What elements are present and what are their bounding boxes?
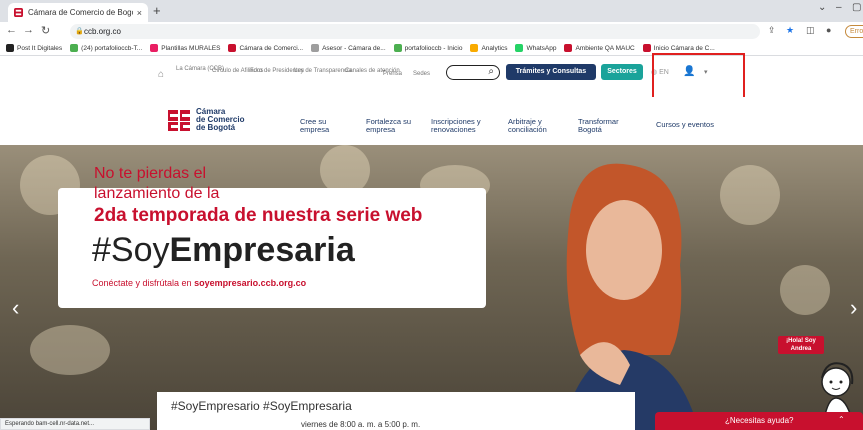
minimize-icon[interactable]: – xyxy=(836,2,842,13)
bookmark-favicon-icon xyxy=(228,44,237,52)
url-text: ccb.org.co xyxy=(84,27,121,36)
maximize-icon[interactable]: ▢ xyxy=(852,2,861,13)
hashtag-bold: Empresaria xyxy=(169,231,355,269)
reload-icon[interactable]: ↻ xyxy=(41,24,50,37)
home-icon[interactable]: ⌂ xyxy=(158,69,164,80)
logo-text: Cámara de Comercio de Bogotá xyxy=(196,108,244,132)
bookmark-favicon-icon xyxy=(642,44,651,52)
bookmark-label: Plantillas MURALES xyxy=(161,44,221,52)
nav-cree-su-empresa[interactable]: Cree su empresa xyxy=(300,118,350,134)
hero-sub-link[interactable]: soyempresario.ccb.org.co xyxy=(194,278,306,288)
bookmark-label: Ambiente QA MAUC xyxy=(575,44,635,52)
forward-icon[interactable]: → xyxy=(23,24,34,36)
ccb-favicon-icon xyxy=(14,8,23,17)
share-icon[interactable]: ⇪ xyxy=(768,25,776,36)
browser-status-bar: Esperando bam-cell.nr-data.net... xyxy=(0,418,150,430)
bookmark-star-icon[interactable]: ★ xyxy=(786,25,794,36)
bookmark-label: Inicio Cámara de C... xyxy=(653,44,715,52)
bookmark-label: (24) portafolioccb-T... xyxy=(81,44,143,52)
bookmark-item[interactable]: WhatsApp xyxy=(515,44,556,52)
bookmark-item[interactable]: Post It Digitales xyxy=(6,44,62,52)
bookmark-favicon-icon xyxy=(515,44,524,52)
hero-hashtag: #SoyEmpresaria xyxy=(92,231,355,270)
bookmark-label: Asesor - Cámara de... xyxy=(322,44,386,52)
bookmark-item[interactable]: portafolioccb - Inicio xyxy=(393,44,463,52)
ccb-logo[interactable] xyxy=(164,108,192,132)
bookmark-favicon-icon xyxy=(470,44,479,52)
address-bar: ← → ↻ 🔒 ccb.org.co ⇪ ★ ◫ ● Erro xyxy=(0,22,863,41)
back-icon[interactable]: ← xyxy=(6,24,17,36)
nav-cursos-eventos[interactable]: Cursos y eventos xyxy=(656,121,726,129)
hero-intro-line: No te pierdas el xyxy=(94,165,207,182)
tab-title: Cámara de Comercio de Bogotá xyxy=(28,8,133,17)
carousel-prev-icon[interactable]: ‹ xyxy=(12,295,19,321)
bookmark-item[interactable]: (24) portafolioccb-T... xyxy=(70,44,142,52)
new-tab-button[interactable]: + xyxy=(153,3,161,18)
hero-intro-line: lanzamiento de la xyxy=(94,185,220,202)
bookmark-item[interactable]: Ambiente QA MAUC xyxy=(564,44,635,52)
util-nav-item[interactable]: Prensa xyxy=(383,71,402,78)
nav-arbitraje[interactable]: Arbitraje y conciliación xyxy=(508,118,558,134)
hero-subtitle: Conéctate y disfrútala en soyempresario.… xyxy=(92,278,306,288)
info-hours: viernes de 8:00 a. m. a 5:00 p. m. xyxy=(301,420,421,429)
nav-fortalezca-su-empresa[interactable]: Fortalezca su empresa xyxy=(366,118,422,134)
highlight-box xyxy=(652,53,745,100)
sectores-button[interactable]: Sectores xyxy=(601,64,643,80)
info-hashtag: #SoyEmpresario #SoyEmpresaria xyxy=(171,399,352,413)
bookmark-item[interactable]: Cámara de Comerci... xyxy=(228,44,303,52)
hashtag-light: #Soy xyxy=(92,231,170,269)
woman-photo xyxy=(561,163,699,430)
nav-transformar-bogota[interactable]: Transformar Bogotá xyxy=(578,118,630,134)
bookmark-label: Analytics xyxy=(481,44,508,52)
chevron-down-icon[interactable]: ⌄ xyxy=(818,2,826,13)
hero-headline: 2da temporada de nuestra serie web xyxy=(94,205,423,226)
chevron-up-icon[interactable]: ⌃ xyxy=(838,415,845,424)
sidepanel-icon[interactable]: ◫ xyxy=(806,25,815,36)
nav-inscripciones[interactable]: Inscripciones y renovaciones xyxy=(431,118,495,134)
bookmark-favicon-icon xyxy=(311,44,320,52)
site-search-button[interactable]: ⌕ xyxy=(446,65,500,80)
hero-intro: No te pierdas el lanzamiento de la xyxy=(94,164,219,204)
browser-tab-bar: Cámara de Comercio de Bogotá × + ⌄ – ▢ xyxy=(0,0,863,22)
util-nav-item[interactable]: Sedes xyxy=(413,71,430,78)
bookmark-item[interactable]: Asesor - Cámara de... xyxy=(311,44,386,52)
bookmark-item[interactable]: Analytics xyxy=(470,44,507,52)
bookmark-label: Cámara de Comerci... xyxy=(239,44,304,52)
close-tab-icon[interactable]: × xyxy=(137,8,142,18)
help-chat-button[interactable]: ¿Necesitas ayuda? xyxy=(655,412,863,430)
account-icon[interactable]: ● xyxy=(826,25,831,35)
bokeh-light xyxy=(780,265,830,315)
bookmark-favicon-icon xyxy=(150,44,159,52)
bookmark-favicon-icon xyxy=(393,44,402,52)
bookmark-item[interactable]: Plantillas MURALES xyxy=(150,44,220,52)
carousel-next-icon[interactable]: › xyxy=(850,295,857,321)
bookmark-label: WhatsApp xyxy=(526,44,557,52)
url-field[interactable]: 🔒 ccb.org.co xyxy=(70,24,760,39)
andrea-avatar[interactable] xyxy=(808,340,863,420)
browser-tab[interactable]: Cámara de Comercio de Bogotá × xyxy=(8,3,148,22)
bookmark-favicon-icon xyxy=(70,44,79,52)
logo-line: de Bogotá xyxy=(196,123,236,132)
lock-icon: 🔒 xyxy=(75,28,84,35)
bookmark-label: portafolioccb - Inicio xyxy=(404,44,463,52)
profile-button[interactable]: Erro xyxy=(845,25,863,38)
bokeh-light xyxy=(30,325,110,375)
search-icon: ⌕ xyxy=(488,66,494,77)
tramites-button[interactable]: Trámites y Consultas xyxy=(506,64,596,80)
bookmark-favicon-icon xyxy=(564,44,573,52)
util-nav-item[interactable]: Ley de Transparencia xyxy=(294,68,352,75)
bookmark-label: Post It Digitales xyxy=(17,44,63,52)
hero-sub-prefix: Conéctate y disfrútala en xyxy=(92,278,195,288)
bookmark-favicon-icon xyxy=(6,44,14,52)
bookmark-item[interactable]: Inicio Cámara de C... xyxy=(642,44,715,52)
bokeh-light xyxy=(720,165,780,225)
